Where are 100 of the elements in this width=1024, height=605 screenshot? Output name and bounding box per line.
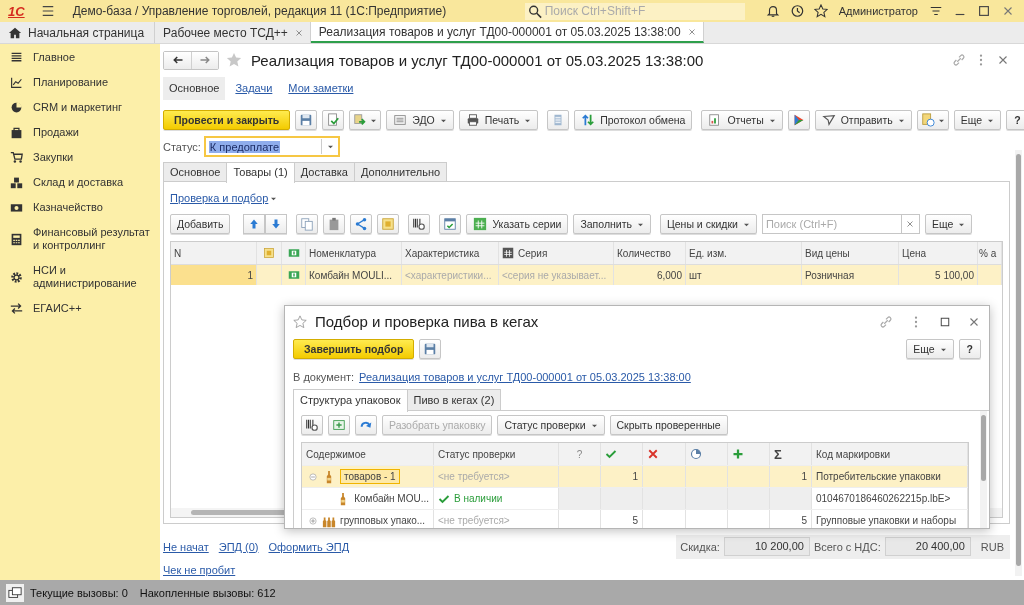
tab[interactable]: Рабочее место ТСД++ [155, 22, 311, 43]
help-button[interactable]: ? [1006, 110, 1024, 130]
sidebar-item[interactable]: Главное [0, 45, 160, 70]
tree-row[interactable]: Комбайн MOU... В наличии 0104670186460262215p.lbE> [302, 488, 968, 510]
sidebar-item[interactable]: НСИ и администрирование [0, 258, 160, 296]
bell-icon[interactable] [765, 4, 780, 18]
column-header[interactable]: % а [978, 242, 1002, 264]
tab[interactable]: Пиво в кегах (2) [406, 389, 502, 410]
barcode-button[interactable] [301, 415, 323, 435]
tab[interactable]: Товары (1) [226, 162, 295, 183]
move-up-button[interactable] [243, 214, 266, 234]
help-button[interactable]: ? [958, 339, 981, 359]
settings-icon[interactable] [929, 4, 943, 18]
add-button[interactable]: Добавить [170, 214, 231, 234]
tree-row[interactable]: товаров - 1 <не требуется> 1 1 Потребительские упаковки [302, 466, 968, 488]
column-header[interactable]: N [171, 242, 257, 264]
sidebar-item[interactable]: Продажи [0, 120, 160, 145]
column-header[interactable]: Характеристика [402, 242, 499, 264]
copy-button[interactable] [296, 214, 319, 234]
exchange-log-button[interactable]: Протокол обмена [574, 110, 693, 130]
column-header[interactable]: Σ [770, 443, 812, 465]
footer-link[interactable]: ЭПД (0) [218, 540, 259, 553]
tree-row[interactable]: групповых упако... <не требуется> 5 5 Групповые упаковки и наборы [302, 510, 968, 528]
expand-icon[interactable] [308, 515, 318, 526]
section-link[interactable]: Мои заметки [282, 77, 360, 100]
tab[interactable]: Дополнительно [354, 162, 448, 181]
scrollbar[interactable] [980, 411, 987, 528]
calendar-button[interactable] [439, 214, 462, 234]
finish-button[interactable]: Завершить подбор [293, 339, 415, 359]
more-button[interactable]: Еще [953, 110, 1002, 130]
sidebar-item[interactable]: ЕГАИС++ [0, 296, 160, 321]
star-icon[interactable] [226, 52, 242, 68]
column-header[interactable]: Статус проверки [434, 443, 559, 465]
move-down-button[interactable] [265, 214, 288, 234]
footer-link[interactable]: Оформить ЭПД [268, 540, 350, 553]
tab[interactable]: Реализация товаров и услуг ТД00-000001 от 05.03.2025 13:38:00 [310, 22, 704, 43]
sidebar-item[interactable]: Планирование [0, 70, 160, 95]
list-button[interactable] [547, 110, 570, 130]
reports-button[interactable]: Отчеты [701, 110, 783, 130]
tab[interactable]: Начальная страница [0, 22, 156, 43]
section-link[interactable]: Задачи [229, 77, 279, 100]
send-button[interactable]: Отправить [814, 110, 912, 130]
footer-link[interactable]: Не начат [163, 540, 209, 553]
star-icon[interactable] [813, 4, 828, 18]
tab[interactable]: Основное [163, 162, 228, 181]
post-and-close-button[interactable]: Провести и закрыть [163, 110, 291, 130]
service-button[interactable] [787, 110, 810, 130]
search-field[interactable]: Поиск Ctrl+Shift+F [544, 2, 745, 20]
scrollbar[interactable] [1015, 150, 1022, 576]
link-icon[interactable] [879, 314, 893, 329]
column-header[interactable]: Ед. изм. [686, 242, 802, 264]
receipt-link[interactable]: Чек не пробит [163, 564, 236, 576]
close-icon[interactable] [293, 27, 304, 38]
user-name[interactable]: Администратор [838, 5, 918, 17]
sidebar-item[interactable]: Казначейство [0, 195, 160, 220]
post-button[interactable] [322, 110, 345, 130]
sidebar-item[interactable]: Финансовый результат и контроллинг [0, 220, 160, 258]
edo-button[interactable]: ЭДО [386, 110, 454, 130]
barcode-button[interactable] [408, 214, 431, 234]
table-row[interactable]: 1 Комбайн MOULI... <характеристики... <серия не указывает... 6,000 шт Розничная 5 100,00 [171, 265, 1002, 285]
windows-icon[interactable] [6, 583, 24, 602]
series-button[interactable]: Указать серии [466, 214, 569, 234]
tab[interactable]: Доставка [293, 162, 355, 181]
back-button[interactable] [164, 51, 191, 69]
print-button[interactable]: Печать [458, 110, 539, 130]
sidebar-item[interactable]: CRM и маркетинг [0, 95, 160, 120]
column-header[interactable]: Серия [499, 242, 614, 264]
column-header[interactable]: Вид цены [802, 242, 899, 264]
maximize-icon[interactable] [977, 4, 991, 18]
more-button[interactable]: Еще [924, 214, 973, 234]
save-button[interactable] [295, 110, 318, 130]
attachments-button[interactable] [916, 110, 949, 130]
column-header[interactable]: Содержимое [302, 443, 434, 465]
maximize-icon[interactable] [939, 315, 951, 328]
column-header[interactable]: Количество [614, 242, 686, 264]
section-link[interactable]: Основное [163, 77, 226, 100]
sidebar-item[interactable]: Закупки [0, 145, 160, 170]
prices-button[interactable]: Цены и скидки [660, 214, 757, 234]
sidebar-item[interactable]: Склад и доставка [0, 170, 160, 195]
tab[interactable]: Структура упаковок [293, 389, 408, 412]
fill-button[interactable]: Заполнить [573, 214, 651, 234]
more-button[interactable]: Еще [906, 339, 954, 359]
document-button[interactable] [377, 214, 400, 234]
save-button[interactable] [419, 339, 442, 359]
redo-button[interactable] [355, 415, 377, 435]
column-header[interactable]: Код маркировки [812, 443, 968, 465]
close-icon[interactable] [686, 26, 697, 37]
create-based-button[interactable] [349, 110, 382, 130]
collapse-icon[interactable] [308, 471, 318, 482]
paste-button[interactable] [323, 214, 346, 234]
search-field[interactable]: Поиск (Ctrl+F) [761, 214, 902, 234]
hide-checked-button[interactable]: Скрыть проверенные [609, 415, 728, 435]
check-link[interactable]: Проверка и подбор [170, 192, 269, 204]
link-icon[interactable] [952, 53, 966, 67]
menu-icon[interactable] [40, 4, 55, 18]
history-icon[interactable] [789, 4, 804, 18]
column-header[interactable]: Цена [899, 242, 978, 264]
star-icon[interactable] [293, 314, 307, 329]
add-row-button[interactable] [328, 415, 350, 435]
forward-button[interactable] [191, 51, 218, 69]
